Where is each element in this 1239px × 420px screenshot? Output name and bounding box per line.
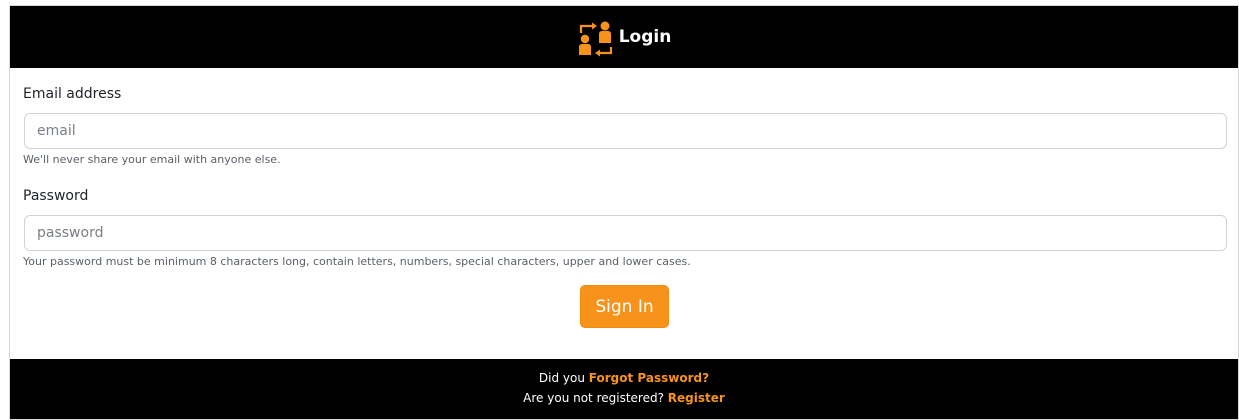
password-help-text: Your password must be minimum 8 characte… <box>23 255 691 268</box>
login-page: Login Email address We'll never share yo… <box>0 0 1239 420</box>
card-footer: Did you Forgot Password? Are you not reg… <box>10 359 1238 419</box>
forgot-password-line: Did you Forgot Password? <box>10 368 1238 388</box>
form-actions: Sign In <box>23 285 1226 328</box>
register-prefix-text: Are you not registered? <box>523 391 668 405</box>
login-form: Email address We'll never share your ema… <box>10 68 1238 328</box>
forgot-password-link[interactable]: Forgot Password? <box>589 371 709 385</box>
user-exchange-icon <box>578 21 612 57</box>
register-line: Are you not registered? Register <box>10 388 1238 408</box>
register-link[interactable]: Register <box>668 391 725 405</box>
password-field[interactable] <box>24 215 1227 251</box>
email-group: Email address We'll never share your ema… <box>23 85 1227 167</box>
email-help-text: We'll never share your email with anyone… <box>23 153 281 166</box>
sign-in-button[interactable]: Sign In <box>580 285 669 328</box>
forgot-prefix-text: Did you <box>538 371 589 385</box>
email-field[interactable] <box>24 113 1227 149</box>
login-card: Login Email address We'll never share yo… <box>9 5 1239 420</box>
password-label: Password <box>23 188 89 204</box>
header-brand: Login <box>577 17 672 57</box>
page-title: Login <box>618 27 672 47</box>
password-group: Password Your password must be minimum 8… <box>23 187 1227 269</box>
card-header: Login <box>10 6 1238 68</box>
email-label: Email address <box>23 86 122 102</box>
